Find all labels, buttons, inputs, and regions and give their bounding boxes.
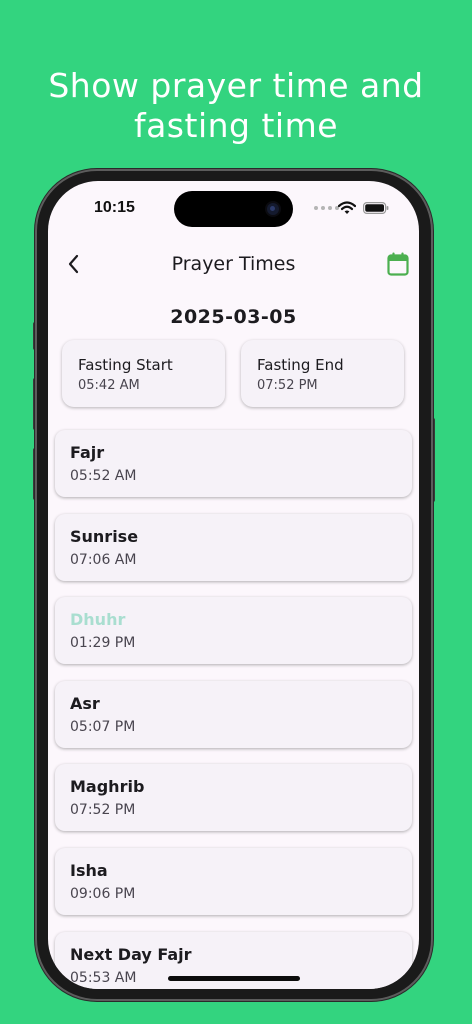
home-indicator[interactable] [168, 976, 300, 981]
app-bar: Prayer Times [48, 243, 419, 285]
fasting-start-card: Fasting Start 05:42 AM [62, 340, 225, 407]
prayer-name: Maghrib [70, 777, 145, 797]
prayer-time: 07:06 AM [70, 551, 137, 568]
prayer-card-maghrib: Maghrib 07:52 PM [55, 764, 412, 832]
front-camera-icon [267, 203, 279, 215]
selected-date: 2025-03-05 [170, 306, 297, 328]
prayer-card-fajr: Fajr 05:52 AM [55, 430, 412, 497]
prayer-name: Asr [70, 693, 100, 713]
dynamic-island [174, 191, 293, 227]
fasting-start-time: 05:42 AM [78, 378, 140, 393]
prayer-time: 07:52 PM [70, 802, 136, 819]
prayer-name: Next Day Fajr [70, 944, 192, 964]
fasting-start-label: Fasting Start [78, 356, 173, 374]
prayer-time: 05:52 AM [70, 468, 137, 484]
prayer-time: 09:06 PM [70, 885, 136, 902]
calendar-icon[interactable] [386, 251, 410, 277]
promo-headline: Show prayer time and fasting time [0, 66, 472, 146]
prayer-time: 01:29 PM [70, 635, 136, 652]
prayer-list: Fajr 05:52 AM Sunrise 07:06 AM Dhuhr 01:… [55, 430, 412, 989]
wifi-icon [338, 201, 356, 214]
prayer-card-isha: Isha 09:06 PM [55, 847, 412, 915]
fasting-end-label: Fasting End [257, 356, 344, 374]
prayer-card-asr: Asr 05:07 PM [55, 680, 412, 748]
fasting-end-card: Fasting End 07:52 PM [241, 340, 404, 407]
promo-headline-line-2: fasting time [133, 106, 339, 145]
page-title: Prayer Times [171, 253, 296, 275]
prayer-card-dhuhr: Dhuhr 01:29 PM [55, 597, 412, 665]
prayer-name: Isha [70, 860, 108, 880]
cellular-signal-icon [314, 206, 339, 210]
prayer-time: 05:53 AM [70, 969, 137, 986]
prayer-time: 05:07 PM [70, 718, 136, 735]
prayer-name: Fajr [70, 443, 105, 462]
prayer-card-sunrise: Sunrise 07:06 AM [55, 513, 412, 581]
battery-icon [363, 202, 389, 214]
promo-headline-line-1: Show prayer time and [48, 66, 424, 105]
prayer-name: Dhuhr [70, 610, 126, 630]
phone-screen: 10:15 Prayer Times 2025-03-05 Fasting St… [48, 181, 419, 989]
status-bar: 10:15 [48, 181, 419, 231]
prayer-name: Sunrise [70, 526, 139, 546]
status-time: 10:15 [94, 199, 135, 216]
fasting-end-time: 07:52 PM [257, 378, 318, 393]
